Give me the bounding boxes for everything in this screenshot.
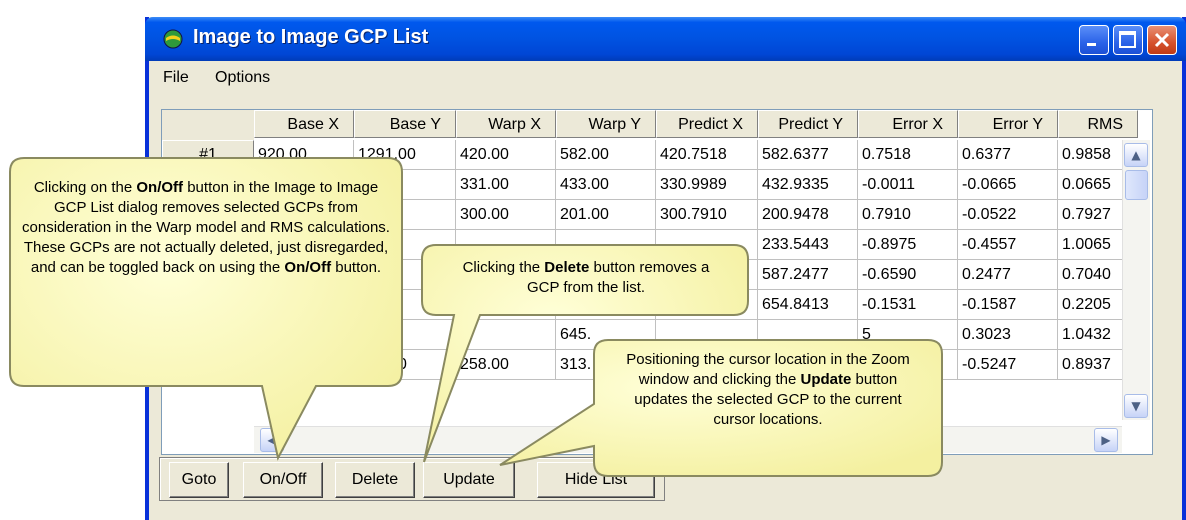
table-cell[interactable]: [758, 320, 858, 350]
close-icon: [1154, 32, 1170, 48]
table-cell[interactable]: 587.2477: [758, 260, 858, 290]
table-cell[interactable]: 0.7910: [858, 200, 958, 230]
minimize-button[interactable]: [1079, 25, 1109, 55]
horizontal-scrollbar[interactable]: ◀ ▶: [254, 426, 1122, 453]
hide-list-button[interactable]: Hide List: [537, 462, 655, 498]
title-bar[interactable]: Image to Image GCP List: [145, 17, 1186, 61]
table-cell[interactable]: [254, 350, 354, 380]
table-cell[interactable]: 200.9478: [758, 200, 858, 230]
table-cell[interactable]: 1291.00: [354, 140, 456, 170]
table-cell[interactable]: 420.7518: [656, 140, 758, 170]
table-cell[interactable]: 0.6377: [958, 140, 1058, 170]
window-title: Image to Image GCP List: [193, 26, 429, 48]
table-cell[interactable]: [456, 320, 556, 350]
row-header[interactable]: #1: [162, 140, 254, 170]
table-cell[interactable]: 645.: [556, 320, 656, 350]
table-cell[interactable]: [556, 230, 656, 260]
table-cell[interactable]: [656, 230, 758, 260]
update-button[interactable]: Update: [423, 462, 515, 498]
row-header[interactable]: #8+: [162, 350, 254, 380]
table-cell[interactable]: [456, 230, 556, 260]
table-corner: [162, 110, 254, 140]
table-cell[interactable]: 331.00: [456, 170, 556, 200]
table-cell[interactable]: -0.1587: [958, 290, 1058, 320]
table-cell[interactable]: -0.0011: [858, 170, 958, 200]
goto-button[interactable]: Goto: [169, 462, 229, 498]
on-off-button[interactable]: On/Off: [243, 462, 323, 498]
table-cell[interactable]: 233.5443: [758, 230, 858, 260]
column-header[interactable]: Error X: [858, 110, 958, 138]
table-cell[interactable]: 300.00: [456, 200, 556, 230]
table-cell[interactable]: -0.0522: [958, 200, 1058, 230]
table-cell[interactable]: 330.9989: [656, 170, 758, 200]
table-cell[interactable]: -0.4557: [958, 230, 1058, 260]
table-cell[interactable]: 433.00: [556, 170, 656, 200]
table-cell[interactable]: 300.7910: [656, 200, 758, 230]
menu-bar: File Options: [149, 61, 1182, 95]
table-cell[interactable]: -0.1531: [858, 290, 958, 320]
column-header[interactable]: Base X: [254, 110, 354, 138]
scroll-up-button[interactable]: ▲: [1124, 143, 1148, 167]
table-cell[interactable]: 0.7518: [858, 140, 958, 170]
table-cell[interactable]: 0.2477: [958, 260, 1058, 290]
table-cell[interactable]: 4.00: [354, 320, 456, 350]
scroll-down-button[interactable]: ▼: [1124, 394, 1148, 418]
table-cell[interactable]: -0.8975: [858, 230, 958, 260]
table-cell[interactable]: -0.5247: [958, 350, 1058, 380]
close-button[interactable]: [1147, 25, 1177, 55]
row-header[interactable]: [162, 290, 254, 320]
table-cell[interactable]: .00: [354, 290, 456, 320]
column-header[interactable]: Predict X: [656, 110, 758, 138]
table-cell[interactable]: 201.00: [556, 200, 656, 230]
table-cell[interactable]: [254, 320, 354, 350]
maximize-icon: [1119, 31, 1136, 48]
table-cell[interactable]: 5: [858, 320, 958, 350]
column-header[interactable]: RMS: [1058, 110, 1138, 138]
app-globe-icon: [163, 29, 183, 49]
table-cell[interactable]: 654.8413: [758, 290, 858, 320]
table-cell[interactable]: 420.00: [456, 140, 556, 170]
table-cell[interactable]: -0.6590: [858, 260, 958, 290]
table-cell[interactable]: 258.00: [456, 350, 556, 380]
callout-update-text: Positioning the cursor location in the Z…: [626, 351, 910, 428]
table-cell[interactable]: -0.0665: [958, 170, 1058, 200]
column-header[interactable]: Base Y: [354, 110, 456, 138]
row-header[interactable]: [162, 320, 254, 350]
callout-on-off-text: Clicking on the On/Off button in the Ima…: [22, 179, 390, 276]
scroll-right-button[interactable]: ▶: [1094, 428, 1118, 452]
delete-button[interactable]: Delete: [335, 462, 415, 498]
table-cell[interactable]: [254, 290, 354, 320]
menu-options[interactable]: Options: [215, 69, 270, 87]
table-cell[interactable]: 0.3023: [958, 320, 1058, 350]
scroll-left-button[interactable]: ◀: [260, 428, 284, 452]
table-cell[interactable]: 582.6377: [758, 140, 858, 170]
table-cell[interactable]: 920.00: [254, 140, 354, 170]
column-header[interactable]: Warp Y: [556, 110, 656, 138]
menu-file[interactable]: File: [163, 69, 189, 87]
scroll-thumb[interactable]: [1125, 170, 1148, 200]
vertical-scrollbar[interactable]: ▲ ▼: [1122, 140, 1150, 420]
table-cell[interactable]: 453.00: [354, 350, 456, 380]
column-header[interactable]: Predict Y: [758, 110, 858, 138]
column-header[interactable]: Error Y: [958, 110, 1058, 138]
maximize-button[interactable]: [1113, 25, 1143, 55]
minimize-icon: [1087, 43, 1096, 46]
column-header[interactable]: Warp X: [456, 110, 556, 138]
callout-delete-text: Clicking the Delete button removes a GCP…: [462, 259, 710, 296]
table-cell[interactable]: [656, 320, 758, 350]
table-cell[interactable]: 432.9335: [758, 170, 858, 200]
table-cell[interactable]: 582.00: [556, 140, 656, 170]
